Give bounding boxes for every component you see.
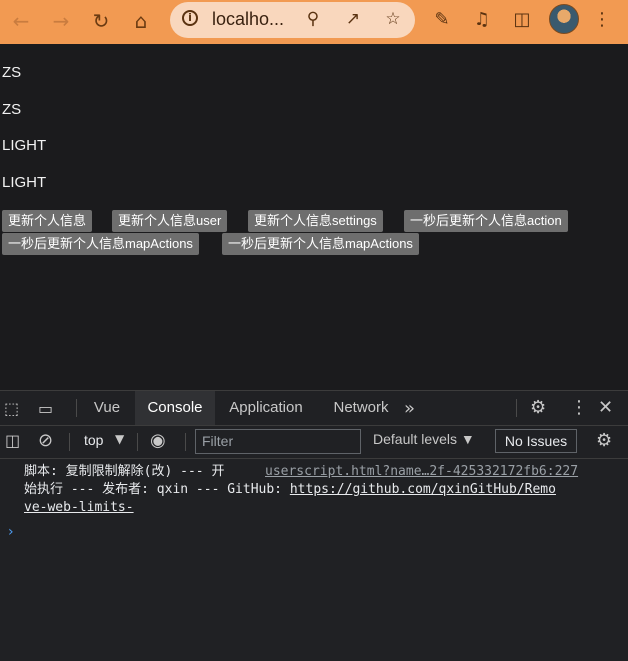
divider: [185, 433, 186, 451]
chevron-down-icon[interactable]: ▼: [115, 432, 124, 446]
update-info-settings-button[interactable]: 更新个人信息settings: [248, 210, 383, 232]
inspect-element-icon[interactable]: ⬚: [4, 399, 19, 418]
divider: [137, 433, 138, 451]
context-selector[interactable]: top: [84, 432, 103, 448]
text-line: ZS: [2, 64, 22, 81]
device-toggle-icon[interactable]: ▭: [38, 399, 53, 418]
tab-console[interactable]: Console: [135, 391, 215, 425]
url-text[interactable]: localho...: [212, 9, 284, 30]
reload-icon[interactable]: ↻: [86, 6, 116, 36]
log-text: 始执行 --- 发布者: qxin --- GitHub:: [24, 482, 290, 497]
menu-icon[interactable]: ⋮: [589, 7, 615, 33]
address-bar[interactable]: i localho... ⚲ ↗ ☆: [170, 2, 415, 38]
share-icon[interactable]: ↗: [342, 8, 364, 30]
divider: [69, 433, 70, 451]
clear-console-icon[interactable]: ⊘: [38, 430, 53, 451]
settings-gear-icon[interactable]: ⚙: [530, 397, 546, 418]
issues-button[interactable]: No Issues: [495, 429, 577, 453]
sidebar-toggle-icon[interactable]: ◫: [5, 431, 20, 450]
divider: [516, 399, 517, 417]
home-icon[interactable]: ⌂: [126, 6, 156, 36]
log-levels-dropdown[interactable]: Default levels ▼: [373, 431, 475, 447]
divider: [76, 399, 77, 417]
tab-application[interactable]: Application: [220, 391, 312, 425]
page-content: ZS ZS LIGHT LIGHT 更新个人信息 更新个人信息user 更新个人…: [0, 44, 628, 390]
forward-icon[interactable]: →: [46, 6, 76, 36]
tab-network[interactable]: Network: [326, 391, 396, 425]
console-settings-gear-icon[interactable]: ⚙: [596, 430, 612, 451]
delayed-update-action-button[interactable]: 一秒后更新个人信息action: [404, 210, 568, 232]
text-line: LIGHT: [2, 137, 47, 154]
media-icon[interactable]: ♫: [469, 7, 495, 33]
console-prompt-icon[interactable]: ›: [8, 524, 14, 540]
delayed-update-mapactions-button[interactable]: 一秒后更新个人信息mapActions: [2, 233, 199, 255]
text-line: ZS: [2, 101, 22, 118]
console-log-entry: 脚本: 复制限制解除(改) --- 开 userscript.html?name…: [24, 463, 604, 517]
log-line: ve-web-limits-: [24, 499, 604, 517]
delayed-update-mapactions-button[interactable]: 一秒后更新个人信息mapActions: [222, 233, 419, 255]
update-info-user-button[interactable]: 更新个人信息user: [112, 210, 228, 232]
more-options-icon[interactable]: ⋮: [570, 397, 588, 418]
sidepanel-icon[interactable]: ◫: [509, 7, 535, 33]
console-toolbar: ◫ ⊘ top ▼ ◉ Filter Default levels ▼ No I…: [0, 426, 628, 459]
info-icon[interactable]: i: [182, 10, 198, 26]
eye-icon[interactable]: ◉: [150, 430, 166, 451]
text-line: LIGHT: [2, 174, 47, 191]
tab-vue[interactable]: Vue: [82, 391, 132, 425]
browser-toolbar: ← → ↻ ⌂ i localho... ⚲ ↗ ☆ ✎ ♫ ◫ ⋮: [0, 0, 628, 44]
log-line: 始执行 --- 发布者: qxin --- GitHub: https://gi…: [24, 481, 604, 499]
back-icon[interactable]: ←: [6, 6, 36, 36]
github-link[interactable]: https://github.com/qxinGitHub/Remo: [290, 482, 556, 497]
extensions-icon[interactable]: ✎: [429, 7, 455, 33]
github-link-continued[interactable]: ve-web-limits-: [24, 500, 134, 515]
devtools-tab-bar: ⬚ ▭ Vue Console Application Network » ⚙ …: [0, 391, 628, 426]
more-tabs-icon[interactable]: »: [404, 398, 415, 419]
star-icon[interactable]: ☆: [382, 8, 404, 30]
filter-input[interactable]: Filter: [195, 429, 361, 454]
close-icon[interactable]: ✕: [598, 397, 613, 418]
zoom-icon[interactable]: ⚲: [302, 8, 324, 30]
log-source-link[interactable]: userscript.html?name…2f-425332172fb6:227: [265, 463, 578, 481]
avatar[interactable]: [549, 4, 579, 34]
devtools-panel: ⬚ ▭ Vue Console Application Network » ⚙ …: [0, 390, 628, 661]
update-info-button[interactable]: 更新个人信息: [2, 210, 93, 232]
